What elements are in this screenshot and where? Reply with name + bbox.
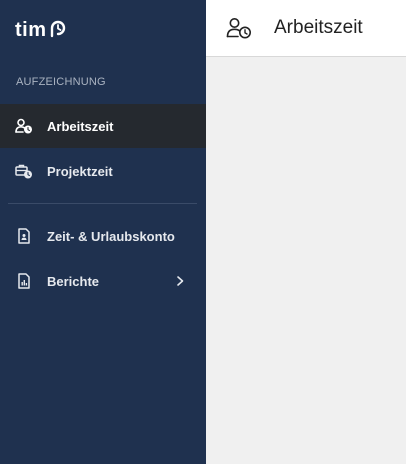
sidebar-item-label: Arbeitszeit — [47, 118, 114, 134]
user-clock-icon — [226, 18, 251, 39]
document-account-icon — [15, 227, 33, 245]
sidebar-item-berichte[interactable]: Berichte — [0, 259, 206, 303]
header-bar: Arbeitszeit — [206, 0, 406, 57]
sidebar-item-label: Projektzeit — [47, 163, 113, 179]
sidebar: tim AUFZEICHNUNG Arbeitszeit Projektzeit… — [0, 0, 206, 464]
page-title: Arbeitszeit — [274, 17, 363, 38]
briefcase-clock-icon — [15, 162, 33, 180]
sidebar-item-zeit-urlaubskonto[interactable]: Zeit- & Urlaubskonto — [0, 214, 206, 258]
logo[interactable]: tim — [15, 17, 68, 43]
section-label-recording: AUFZEICHNUNG — [16, 76, 106, 88]
main-content-area — [206, 57, 406, 464]
sidebar-divider — [8, 203, 197, 204]
chevron-right-icon — [177, 276, 184, 286]
document-chart-icon — [15, 272, 33, 290]
logo-text: tim — [15, 19, 47, 41]
sidebar-item-arbeitszeit[interactable]: Arbeitszeit — [0, 104, 206, 148]
sidebar-item-label: Zeit- & Urlaubskonto — [47, 228, 175, 244]
sidebar-item-projektzeit[interactable]: Projektzeit — [0, 149, 206, 193]
sidebar-item-label: Berichte — [47, 273, 100, 289]
user-clock-icon — [15, 117, 33, 135]
clock-r-icon — [50, 20, 65, 38]
app-window: tim AUFZEICHNUNG Arbeitszeit Projektzeit… — [0, 0, 406, 464]
